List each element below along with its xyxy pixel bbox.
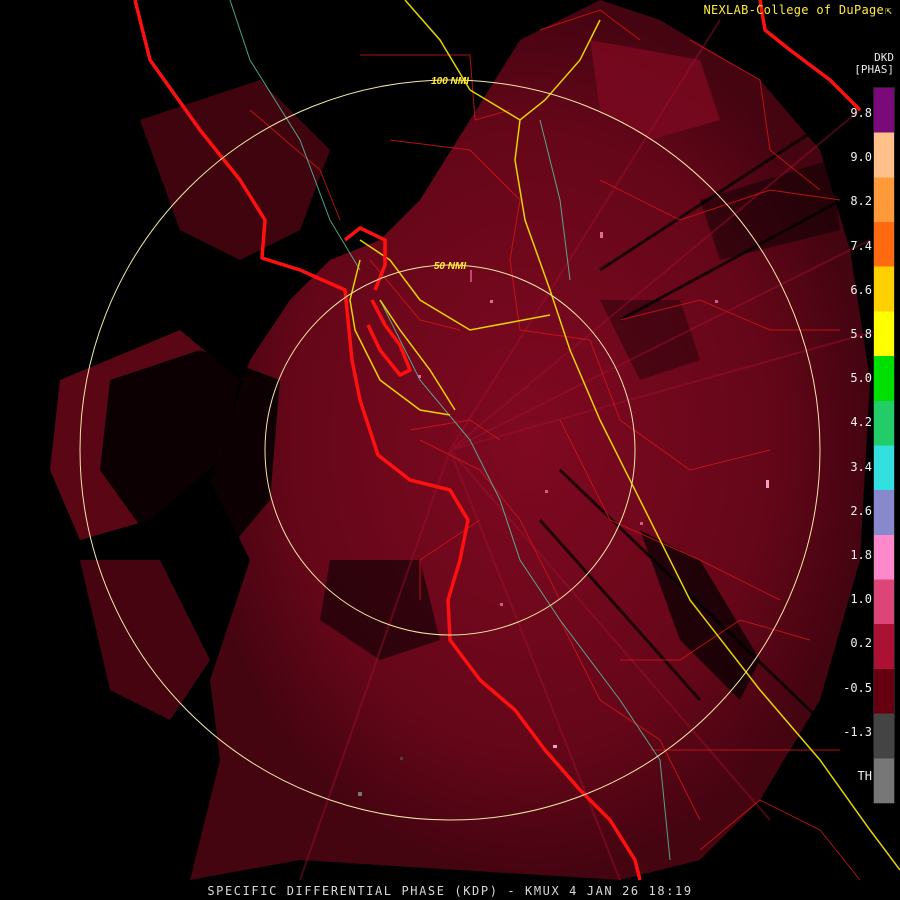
color-scale-tick: 1.8 (850, 548, 872, 562)
radar-map[interactable]: 100 NMI 50 NMI (0, 0, 900, 900)
color-scale-tick: 9.8 (850, 106, 872, 120)
color-scale-tick: 6.6 (850, 282, 872, 297)
range-ring-50-label: 50 NMI (434, 261, 466, 272)
color-scale-tick: 2.6 (850, 503, 872, 518)
color-scale-tick: 5.8 (850, 327, 872, 341)
color-scale-tick: -1.3 (843, 724, 872, 739)
color-scale-tick: 4.2 (850, 415, 872, 430)
color-scale-labels: 9.8 9.0 8.2 7.4 6.6 5.8 5.0 4.2 3.4 2.6 1.8 1.0 0.2 -… (832, 0, 872, 900)
color-scale-tick: 7.4 (850, 238, 872, 253)
color-scale-tick: 0.2 (850, 636, 872, 651)
product-title: SPECIFIC DIFFERENTIAL PHASE (KDP) - KMUX… (207, 884, 693, 898)
color-scale-tick: 1.0 (850, 592, 872, 607)
external-link-icon: ⇱ (885, 4, 892, 17)
color-scale-tick: 3.4 (850, 459, 872, 474)
color-scale-bar (873, 87, 895, 804)
color-scale-tick: -0.5 (843, 680, 872, 695)
range-ring-100-label: 100 NMI (431, 76, 469, 87)
color-scale-tick: TH (857, 769, 872, 783)
color-scale-tick: 5.0 (850, 371, 872, 386)
color-scale-tick: 9.0 (850, 150, 872, 165)
color-scale-tick: 8.2 (850, 194, 872, 209)
